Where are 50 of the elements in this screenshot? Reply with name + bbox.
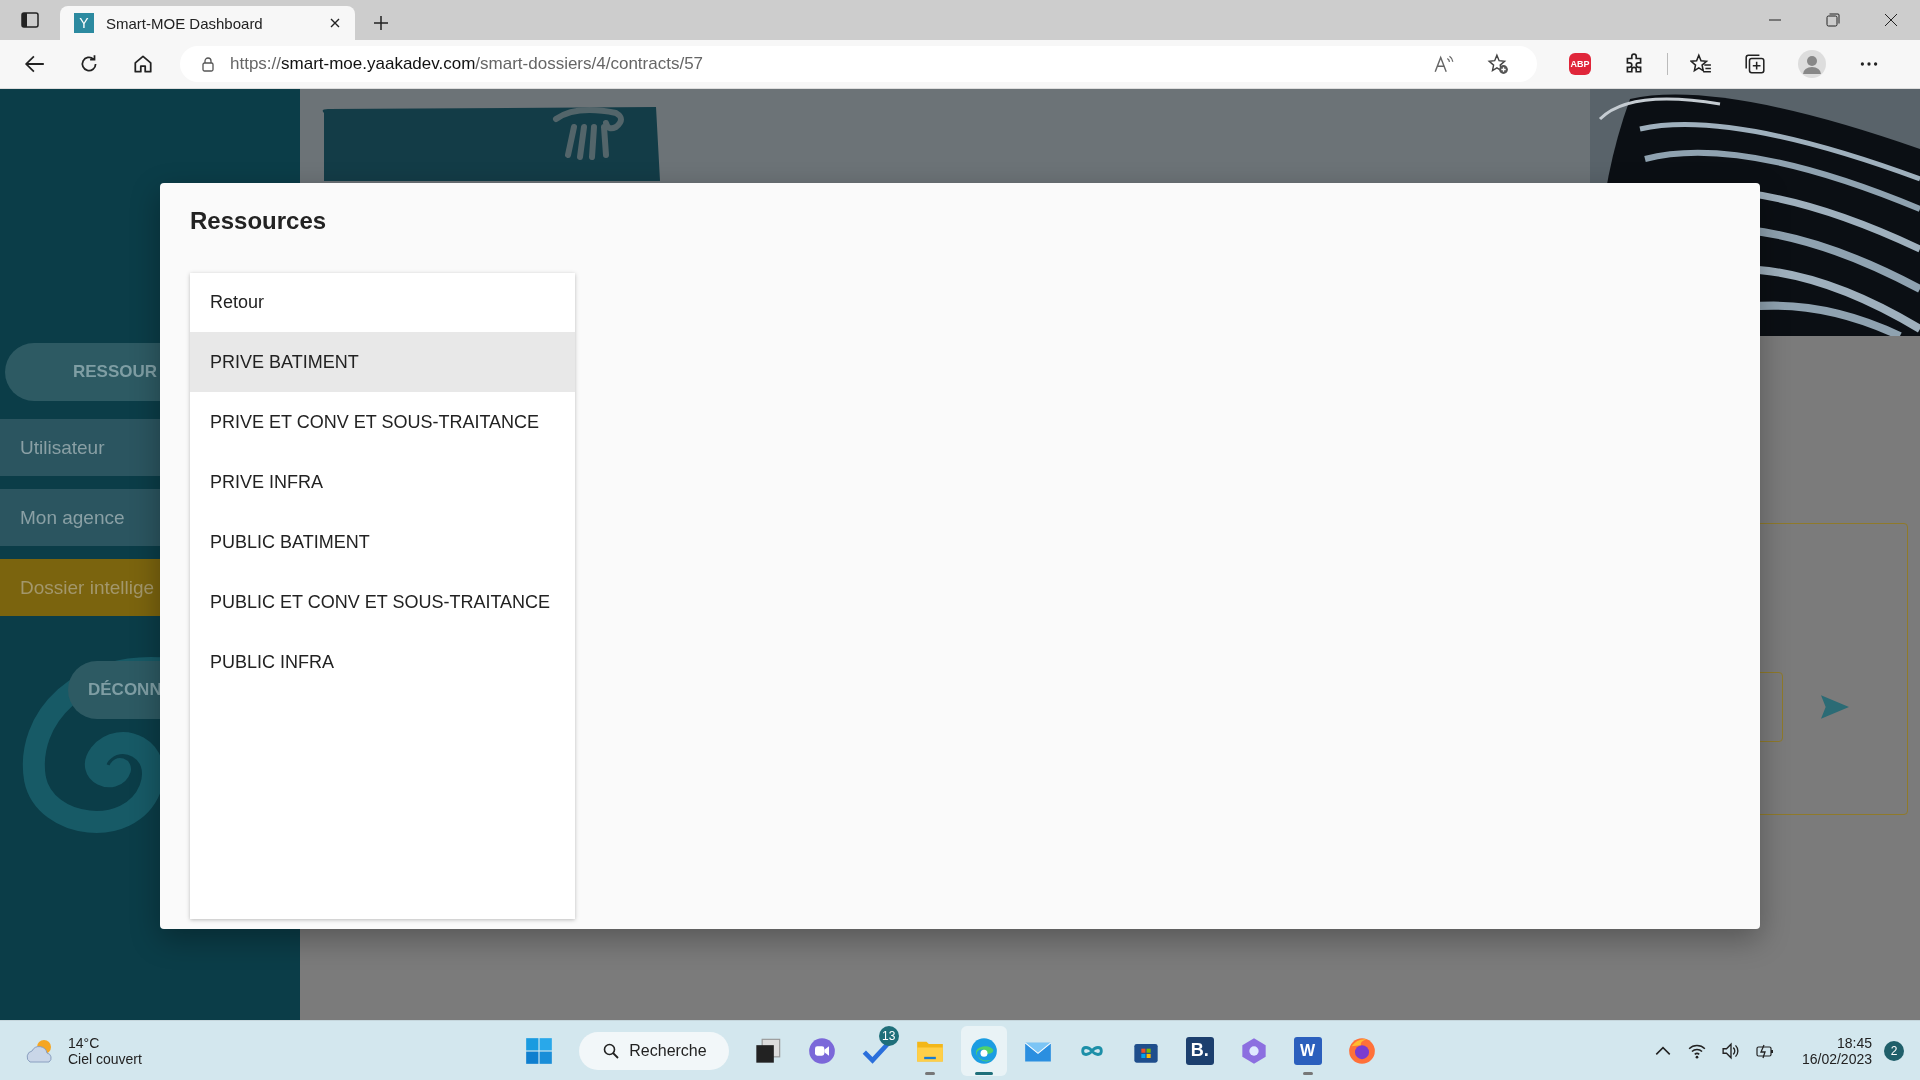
favorites-icon[interactable]: [1690, 53, 1712, 75]
running-indicator: [974, 1071, 993, 1075]
notification-count[interactable]: 2: [1884, 1040, 1904, 1061]
taskbar-button[interactable]: B.: [1176, 1025, 1223, 1076]
list-item[interactable]: PUBLIC INFRA: [190, 632, 575, 692]
start-icon[interactable]: [525, 1036, 554, 1065]
list-item[interactable]: PUBLIC ET CONV ET SOUS-TRAITANCE: [190, 572, 575, 632]
browser-icon[interactable]: [969, 1036, 998, 1065]
running-indicator: [1302, 1071, 1313, 1075]
close-window-icon[interactable]: [1884, 13, 1898, 27]
tab-actions-icon[interactable]: [20, 10, 40, 30]
list-item[interactable]: PRIVE ET CONV ET SOUS-TRAITANCE: [190, 392, 575, 452]
new-tab-icon[interactable]: [373, 15, 389, 31]
app-icon[interactable]: B.: [1185, 1036, 1214, 1065]
address-field[interactable]: https://smart-moe.yaakadev.com/smart-dossiers/4/contracts/57: [180, 46, 1537, 82]
site-favicon: Y: [74, 13, 94, 33]
restore-icon[interactable]: [1826, 13, 1840, 27]
chat-icon[interactable]: [807, 1036, 836, 1065]
lock-icon[interactable]: [200, 56, 216, 72]
adblock-extension-icon[interactable]: ABP: [1569, 53, 1591, 75]
read-aloud-icon[interactable]: [1433, 53, 1455, 75]
search-button[interactable]: Recherche: [579, 1031, 729, 1070]
notification-badge: 13: [878, 1025, 899, 1046]
tab-title: Smart-MOE Dashboard: [106, 14, 264, 32]
home-icon[interactable]: [132, 53, 154, 75]
taskbar-button[interactable]: W: [1284, 1025, 1331, 1076]
add-favorite-icon[interactable]: [1487, 53, 1509, 75]
url-text: https://smart-moe.yaakadev.com/smart-dossiers/4/contracts/57: [230, 54, 704, 74]
list-item[interactable]: PUBLIC BATIMENT: [190, 512, 575, 572]
running-indicator: [924, 1071, 935, 1075]
close-tab-icon[interactable]: [329, 17, 341, 29]
firefox-icon[interactable]: [1347, 1036, 1376, 1065]
clock-time[interactable]: 18:45: [1836, 1034, 1872, 1051]
list-item[interactable]: PRIVE BATIMENT: [190, 332, 575, 392]
volume-icon[interactable]: [1721, 1041, 1740, 1060]
list-item[interactable]: Retour: [190, 273, 575, 332]
collections-icon[interactable]: [1744, 53, 1766, 75]
weather-condition: Ciel couvert: [68, 1050, 143, 1067]
word-icon[interactable]: W: [1293, 1036, 1322, 1065]
task-view-icon[interactable]: [753, 1036, 782, 1065]
search-icon: [603, 1042, 620, 1059]
dialog-title: Ressources: [190, 207, 328, 236]
hexagon-app-icon[interactable]: [1239, 1036, 1268, 1065]
profile-avatar[interactable]: [1798, 50, 1826, 78]
taskbar-button[interactable]: 13: [852, 1025, 899, 1076]
clock-date[interactable]: 16/02/2023: [1801, 1050, 1872, 1067]
list-item[interactable]: PRIVE INFRA: [190, 452, 575, 512]
back-icon[interactable]: [24, 53, 46, 75]
temperature: 14°C: [68, 1034, 101, 1051]
browser-tab[interactable]: Y Smart-MOE Dashboard: [60, 6, 355, 40]
